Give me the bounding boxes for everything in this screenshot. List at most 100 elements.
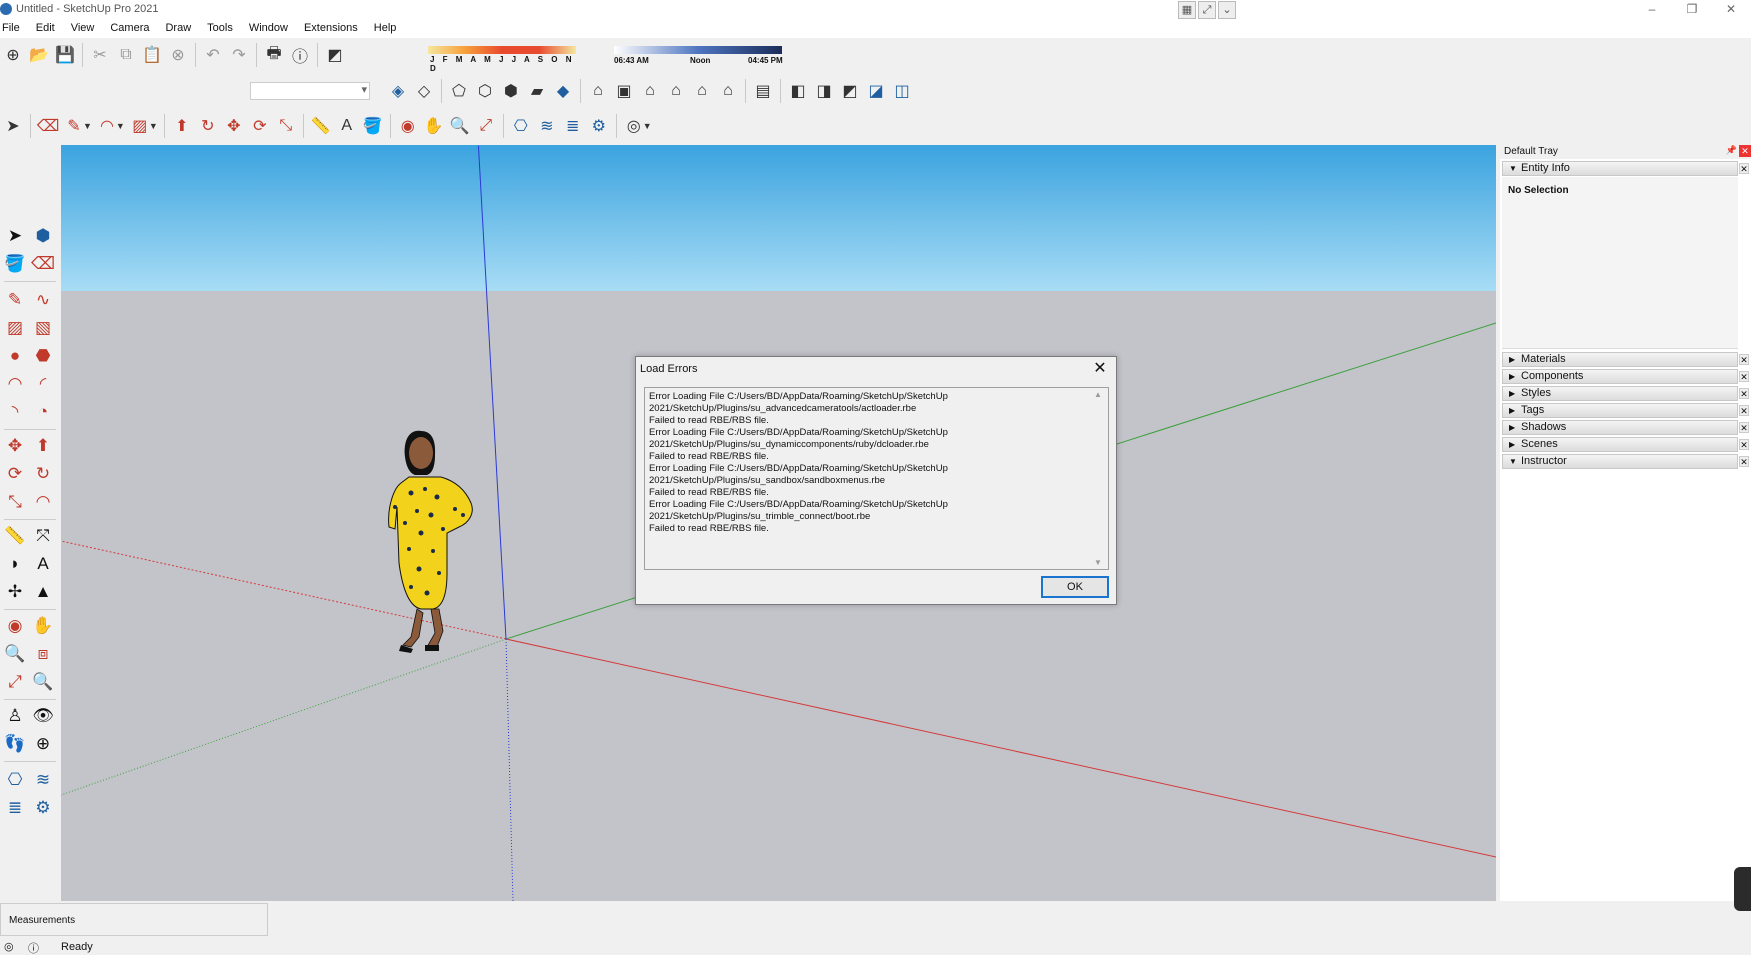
shadows-toggle-icon[interactable]: ◩: [322, 42, 348, 68]
eraser-icon[interactable]: ⌫: [30, 251, 56, 277]
extension-warehouse-icon[interactable]: ≋: [30, 767, 56, 793]
solid-trim-icon[interactable]: ◪: [863, 78, 889, 104]
close-icon[interactable]: ✕: [1739, 422, 1749, 433]
tray-close-icon[interactable]: ✕: [1739, 145, 1751, 157]
panel-shadows[interactable]: ▶ Shadows ✕: [1502, 420, 1749, 435]
chevron-down-icon[interactable]: ⌄: [1218, 1, 1236, 19]
close-icon[interactable]: ✕: [1739, 371, 1749, 382]
xray-style-icon[interactable]: ◈: [385, 78, 411, 104]
component-icon[interactable]: ⬢: [30, 223, 56, 249]
dialog-close-icon[interactable]: ✕: [1090, 358, 1110, 378]
top-view-icon[interactable]: ▣: [611, 78, 637, 104]
previous-view-icon[interactable]: 🔍: [30, 669, 56, 695]
walk-icon[interactable]: 👣: [2, 731, 28, 757]
save-icon[interactable]: 💾: [52, 42, 78, 68]
panel-components[interactable]: ▶ Components ✕: [1502, 369, 1749, 384]
hidden-line-icon[interactable]: ⬡: [472, 78, 498, 104]
close-icon[interactable]: ✕: [1739, 405, 1749, 416]
layout-icon[interactable]: ≣: [2, 795, 28, 821]
warehouse-icon[interactable]: ⎔: [508, 113, 534, 139]
panel-tags[interactable]: ▶ Tags ✕: [1502, 403, 1749, 418]
axes-icon[interactable]: ✢: [2, 579, 28, 605]
measurements-box[interactable]: Measurements: [0, 903, 268, 936]
monochrome-icon[interactable]: ◆: [550, 78, 576, 104]
panel-scenes[interactable]: ▶ Scenes ✕: [1502, 437, 1749, 452]
menu-edit[interactable]: Edit: [28, 20, 63, 38]
new-icon[interactable]: ⊕: [0, 42, 26, 68]
menu-help[interactable]: Help: [366, 20, 405, 38]
chevron-down-icon[interactable]: ▼: [116, 121, 125, 131]
push-pull-icon[interactable]: ⬆: [169, 113, 195, 139]
solid-split-icon[interactable]: ◫: [889, 78, 915, 104]
wireframe-icon[interactable]: ⬠: [446, 78, 472, 104]
menu-camera[interactable]: Camera: [102, 20, 157, 38]
panel-styles[interactable]: ▶ Styles ✕: [1502, 386, 1749, 401]
zoom-extents-icon[interactable]: ⤢: [2, 669, 28, 695]
solid-intersect-icon[interactable]: ◨: [811, 78, 837, 104]
panel-instructor[interactable]: ▼ Instructor ✕: [1502, 454, 1749, 469]
follow-me-icon[interactable]: ↻: [30, 461, 56, 487]
extension-manager-icon[interactable]: ⚙: [586, 113, 612, 139]
three-point-arc-icon[interactable]: ◝: [2, 399, 28, 425]
zoom-window-icon[interactable]: ⧈: [30, 641, 56, 667]
panel-materials[interactable]: ▶ Materials ✕: [1502, 352, 1749, 367]
position-camera-icon[interactable]: ♙: [2, 703, 28, 729]
line-icon[interactable]: ✎: [2, 287, 28, 313]
menu-window[interactable]: Window: [241, 20, 296, 38]
close-icon[interactable]: ✕: [1739, 439, 1749, 450]
minimize-button[interactable]: –: [1632, 0, 1672, 20]
error-list-textarea[interactable]: Error Loading File C:/Users/BD/AppData/R…: [644, 387, 1109, 570]
fullscreen-icon[interactable]: ⤢: [1198, 1, 1216, 19]
two-point-arc-icon[interactable]: ◜: [30, 371, 56, 397]
offset-icon[interactable]: ◠: [30, 489, 56, 515]
paste-icon[interactable]: 📋: [139, 42, 165, 68]
open-icon[interactable]: 📂: [26, 42, 52, 68]
section-plane-icon[interactable]: ▤: [750, 78, 776, 104]
back-edges-icon[interactable]: ◇: [411, 78, 437, 104]
scale-icon[interactable]: ⤡: [2, 489, 28, 515]
right-view-icon[interactable]: ⌂: [663, 78, 689, 104]
close-icon[interactable]: ✕: [1739, 456, 1749, 467]
solid-union-icon[interactable]: ◧: [785, 78, 811, 104]
pan-icon[interactable]: ✋: [421, 113, 447, 139]
panel-entity-info[interactable]: ▼ Entity Info ✕: [1502, 161, 1749, 176]
move-icon[interactable]: ✥: [221, 113, 247, 139]
zoom-extents-icon[interactable]: ⤢: [473, 113, 499, 139]
warehouse-icon[interactable]: ⎔: [2, 767, 28, 793]
chevron-down-icon[interactable]: ▼: [1094, 558, 1102, 567]
polygon-icon[interactable]: ⬣: [30, 343, 56, 369]
collapsed-panel-tab[interactable]: [1734, 867, 1751, 911]
iso-view-icon[interactable]: ⌂: [585, 78, 611, 104]
menu-view[interactable]: View: [63, 20, 103, 38]
info-icon[interactable]: ⓘ: [28, 940, 39, 955]
orbit-icon[interactable]: ◉: [395, 113, 421, 139]
menu-draw[interactable]: Draw: [157, 20, 199, 38]
freehand-icon[interactable]: ∿: [30, 287, 56, 313]
protractor-icon[interactable]: ◗: [2, 551, 28, 577]
section-plane-icon[interactable]: ⊕: [30, 731, 56, 757]
extension-manager-icon[interactable]: ⚙: [30, 795, 56, 821]
undo-icon[interactable]: ↶: [200, 42, 226, 68]
rotated-rectangle-icon[interactable]: ▧: [30, 315, 56, 341]
menu-extensions[interactable]: Extensions: [296, 20, 366, 38]
text-icon[interactable]: A: [334, 113, 360, 139]
paint-bucket-icon[interactable]: 🪣: [360, 113, 386, 139]
shadow-date-slider[interactable]: J F M A M J J A S O N D: [428, 44, 576, 73]
shadow-time-slider[interactable]: 06:43 AM Noon 04:45 PM: [612, 44, 784, 66]
shaded-textures-icon[interactable]: ▰: [524, 78, 550, 104]
paint-bucket-icon[interactable]: 🪣: [2, 251, 28, 277]
tape-measure-icon[interactable]: 📏: [2, 523, 28, 549]
push-pull-icon[interactable]: ⬆: [30, 433, 56, 459]
circle-icon[interactable]: ●: [2, 343, 28, 369]
front-view-icon[interactable]: ⌂: [637, 78, 663, 104]
cut-icon[interactable]: ✂: [87, 42, 113, 68]
select-icon[interactable]: ➤: [2, 223, 28, 249]
select-icon[interactable]: ➤: [0, 113, 26, 139]
solid-subtract-icon[interactable]: ◩: [837, 78, 863, 104]
pan-icon[interactable]: ✋: [30, 613, 56, 639]
redo-icon[interactable]: ↷: [226, 42, 252, 68]
tag-dropdown[interactable]: [250, 82, 370, 100]
pin-icon[interactable]: 📌: [1726, 145, 1737, 156]
zoom-icon[interactable]: 🔍: [447, 113, 473, 139]
3d-text-icon[interactable]: ▲: [30, 579, 56, 605]
